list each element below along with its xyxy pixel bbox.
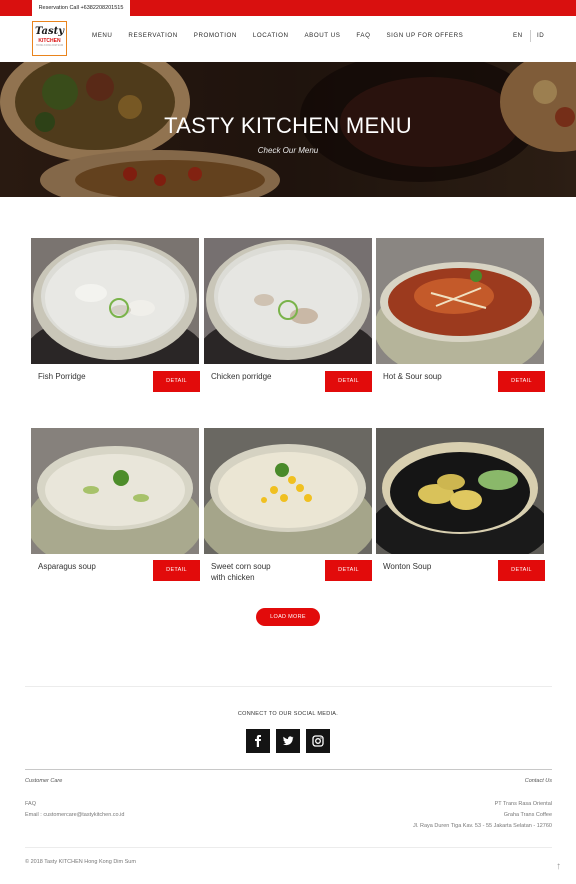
footer-faq-link[interactable]: FAQ bbox=[25, 801, 36, 808]
hero-banner: TASTY KITCHEN MENU Check Our Menu bbox=[0, 62, 576, 197]
menu-item-name-line1: Sweet corn soup bbox=[211, 562, 271, 571]
nav-item-reservation[interactable]: RESERVATION bbox=[128, 32, 177, 40]
menu-item-image[interactable] bbox=[204, 428, 372, 554]
twitter-icon[interactable] bbox=[276, 729, 300, 753]
copyright: © 2018 Tasty KITCHEN Hong Kong Dim Sum bbox=[25, 859, 136, 865]
logo-tagline: HONG KONG DIM SUM bbox=[35, 44, 64, 47]
header: Tasty KITCHEN HONG KONG DIM SUM MENU RES… bbox=[0, 16, 576, 62]
detail-button[interactable]: DETAIL bbox=[153, 371, 200, 392]
facebook-icon[interactable] bbox=[246, 729, 270, 753]
social-heading: CONNECT TO OUR SOCIAL MEDIA. bbox=[237, 711, 339, 717]
contact-company: PT Trans Rasa Oriental bbox=[494, 801, 552, 807]
detail-button[interactable]: DETAIL bbox=[153, 560, 200, 581]
menu-item-name: Fish Porridge bbox=[38, 372, 86, 381]
footer-email[interactable]: Email : customercare@tastykitchen.co.id bbox=[25, 812, 124, 819]
scroll-top-icon[interactable]: ↑ bbox=[556, 861, 561, 872]
menu-item-name: Hot & Sour soup bbox=[383, 372, 442, 381]
menu-item-name: Chicken porridge bbox=[211, 372, 272, 381]
footer-divider bbox=[25, 686, 552, 687]
footer-divider bbox=[25, 769, 552, 770]
lang-divider bbox=[530, 30, 531, 42]
top-bar: Reservation Call +6382208201515 bbox=[0, 0, 576, 16]
main-nav: MENU RESERVATION PROMOTION LOCATION ABOU… bbox=[92, 32, 479, 40]
nav-item-menu[interactable]: MENU bbox=[92, 32, 112, 40]
menu-item-image[interactable] bbox=[204, 238, 372, 364]
menu-item-name-line2: with chicken bbox=[211, 573, 255, 582]
customer-care-heading: Customer Care bbox=[25, 778, 63, 784]
reservation-call[interactable]: Reservation Call +6382208201515 bbox=[32, 0, 130, 16]
menu-item-name: Asparagus soup bbox=[38, 562, 96, 571]
lang-id[interactable]: ID bbox=[537, 32, 544, 40]
menu-item-image[interactable] bbox=[31, 428, 199, 554]
lang-en[interactable]: EN bbox=[513, 32, 523, 40]
logo-word-tasty: Tasty bbox=[34, 26, 65, 37]
menu-item-image[interactable] bbox=[31, 238, 199, 364]
detail-button[interactable]: DETAIL bbox=[498, 371, 545, 392]
menu-item-image[interactable] bbox=[376, 238, 544, 364]
logo[interactable]: Tasty KITCHEN HONG KONG DIM SUM bbox=[32, 21, 67, 56]
contact-building: Graha Trans Coffee bbox=[503, 812, 552, 818]
load-more-button[interactable]: LOAD MORE bbox=[256, 608, 320, 626]
contact-us-heading: Contact Us bbox=[524, 778, 552, 784]
hero-title: TASTY KITCHEN MENU bbox=[164, 113, 412, 138]
nav-item-sign-up[interactable]: SIGN UP FOR OFFERS bbox=[386, 32, 463, 40]
detail-button[interactable]: DETAIL bbox=[498, 560, 545, 581]
menu-item-name: Wonton Soup bbox=[383, 562, 432, 571]
detail-button[interactable]: DETAIL bbox=[325, 560, 372, 581]
detail-button[interactable]: DETAIL bbox=[325, 371, 372, 392]
nav-item-location[interactable]: LOCATION bbox=[253, 32, 289, 40]
menu-item-name: Sweet corn soup with chicken bbox=[211, 561, 271, 583]
contact-address: Jl. Raya Duren Tiga Kav. 53 - 55 Jakarta… bbox=[412, 823, 552, 829]
instagram-icon[interactable] bbox=[306, 729, 330, 753]
nav-item-faq[interactable]: FAQ bbox=[356, 32, 370, 40]
menu-item-image[interactable] bbox=[376, 428, 544, 554]
footer-divider bbox=[25, 847, 552, 848]
nav-item-promotion[interactable]: PROMOTION bbox=[194, 32, 237, 40]
hero-subtitle: Check Our Menu bbox=[257, 146, 319, 155]
nav-item-about-us[interactable]: ABOUT US bbox=[304, 32, 340, 40]
